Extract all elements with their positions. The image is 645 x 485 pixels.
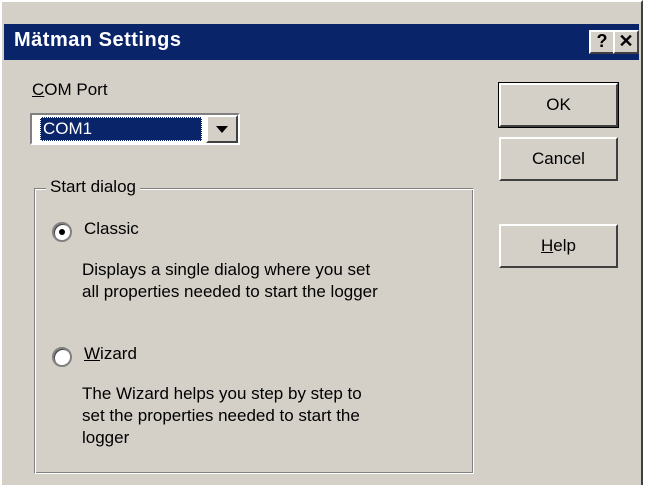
wizard-description-line: The Wizard helps you step by step to — [82, 384, 362, 403]
classic-radio-label[interactable]: Classic — [84, 219, 139, 239]
classic-radio[interactable] — [52, 222, 72, 242]
com-port-select[interactable]: COM1 — [30, 113, 240, 145]
wizard-description-line: set the properties needed to start the — [82, 406, 360, 425]
help-button-mnemonic: H — [541, 236, 554, 255]
classic-description-line: all properties needed to start the logge… — [82, 282, 378, 301]
wizard-description: The Wizard helps you step by step to set… — [82, 383, 482, 449]
help-icon[interactable]: ? — [589, 30, 615, 54]
com-port-label: COM Port — [32, 80, 108, 100]
com-port-label-mnemonic: C — [32, 80, 45, 99]
cancel-button[interactable]: Cancel — [499, 137, 618, 181]
window-title: Mätman Settings — [14, 29, 182, 51]
wizard-description-line: logger — [82, 428, 130, 447]
wizard-radio[interactable] — [52, 347, 72, 367]
settings-dialog: Mätman Settings ? ✕ COM Port COM1 Start … — [0, 0, 643, 485]
ok-button[interactable]: OK — [498, 82, 619, 128]
classic-description-line: Displays a single dialog where you set — [82, 260, 371, 279]
classic-description: Displays a single dialog where you set a… — [82, 259, 482, 303]
com-port-label-text: OM Port — [44, 80, 108, 99]
start-dialog-group-label: Start dialog — [46, 177, 140, 197]
help-button[interactable]: Help — [499, 224, 618, 268]
wizard-label-text: izard — [100, 344, 137, 363]
help-button-text: elp — [553, 236, 576, 255]
title-bar[interactable]: Mätman Settings ? ✕ — [4, 24, 639, 60]
wizard-radio-label[interactable]: Wizard — [84, 344, 137, 364]
com-port-selected-value: COM1 — [40, 117, 202, 141]
close-icon[interactable]: ✕ — [613, 30, 639, 54]
wizard-label-mnemonic: W — [84, 344, 101, 363]
chevron-down-icon[interactable] — [206, 115, 238, 143]
